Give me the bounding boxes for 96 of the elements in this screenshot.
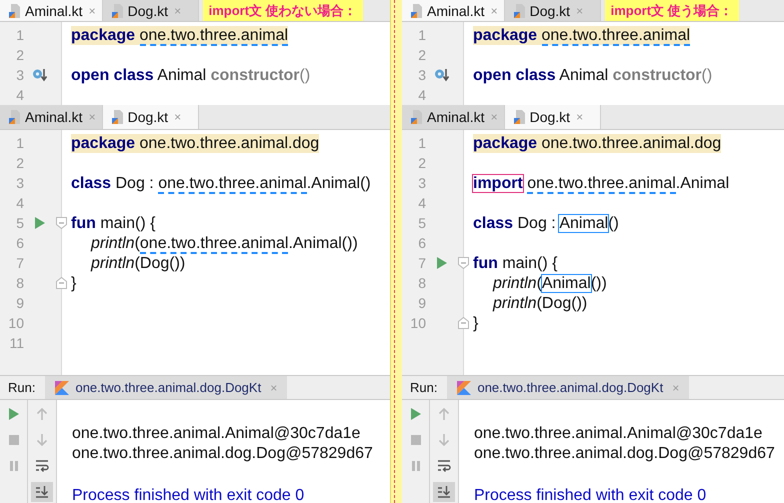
- code-line: import one.two.three.animal.Animal: [473, 174, 730, 192]
- line-number: 4: [417, 195, 426, 211]
- line-number: 4: [15, 195, 24, 211]
- run-tab[interactable]: one.two.three.animal.dog.DogKt ×: [45, 376, 288, 399]
- code-line: fun main() {: [473, 254, 558, 272]
- scroll-to-end-icon: [437, 485, 451, 499]
- line-number: 9: [15, 295, 24, 311]
- fold-end-icon[interactable]: [56, 277, 67, 289]
- file-tab[interactable]: Dog.kt ×: [504, 0, 601, 21]
- kotlin-file-icon: [512, 109, 527, 125]
- override-marker-icon[interactable]: [32, 67, 48, 83]
- code-line: println(Animal()): [493, 274, 607, 292]
- run-icon[interactable]: [34, 216, 46, 230]
- line-number: 3: [15, 67, 24, 83]
- pause-icon: [410, 460, 420, 472]
- line-number: 1: [417, 27, 426, 43]
- code-line: class Dog : one.two.three.animal.Animal(): [71, 174, 371, 192]
- file-tab[interactable]: Dog.kt ×: [102, 105, 199, 129]
- code-line: println(Dog()): [493, 294, 588, 312]
- line-number: 2: [417, 155, 426, 171]
- fold-icon[interactable]: [56, 217, 67, 229]
- console-output-line: one.two.three.animal.dog.Dog@57829d67: [474, 444, 776, 464]
- line-number: 2: [417, 47, 426, 63]
- kotlin-file-icon: [410, 109, 424, 125]
- line-number: 7: [417, 255, 426, 271]
- file-tab[interactable]: Dog.kt ×: [504, 105, 601, 129]
- file-tab[interactable]: Dog.kt ×: [102, 0, 199, 21]
- file-tab[interactable]: Aminal.kt ×: [402, 105, 505, 129]
- arrow-up-icon: [438, 407, 450, 421]
- line-number: 2: [15, 47, 24, 63]
- line-number: 1: [15, 135, 24, 151]
- line-number: 8: [417, 275, 426, 291]
- run-label: Run:: [409, 380, 438, 395]
- kotlin-file-icon: [410, 2, 424, 18]
- line-number: 9: [417, 295, 426, 311]
- console-output-line: one.two.three.animal.Animal@30c7da1e: [72, 424, 362, 444]
- kotlin-file-icon: [512, 2, 527, 18]
- line-number: 4: [15, 87, 24, 103]
- line-number: 11: [8, 335, 24, 351]
- line-number: 3: [417, 67, 426, 83]
- kotlin-logo-icon: [55, 380, 70, 394]
- file-tab[interactable]: Aminal.kt ×: [402, 0, 505, 21]
- code-line: println(Dog()): [91, 254, 186, 272]
- kotlin-file-icon: [110, 109, 125, 125]
- code-line: class Dog : Animal(): [473, 214, 619, 232]
- run-tab[interactable]: one.two.three.animal.dog.DogKt ×: [447, 376, 690, 399]
- line-number: 6: [15, 235, 24, 251]
- file-tab[interactable]: Aminal.kt ×: [0, 105, 103, 129]
- scroll-to-end-icon: [35, 485, 49, 499]
- kotlin-logo-icon: [457, 380, 472, 394]
- stop-icon: [8, 434, 20, 446]
- kotlin-file-icon: [8, 2, 22, 18]
- run-icon[interactable]: [436, 256, 448, 270]
- console-output-line: one.two.three.animal.dog.Dog@57829d67: [72, 444, 374, 464]
- arrow-up-icon: [36, 407, 48, 421]
- line-number: 1: [15, 27, 24, 43]
- code-line: open class Animal constructor(): [71, 66, 310, 84]
- line-number: 10: [409, 315, 426, 331]
- fold-end-icon[interactable]: [458, 317, 469, 329]
- wrap-icon: [35, 459, 49, 473]
- code-line: }: [71, 274, 77, 292]
- line-number: 10: [7, 315, 24, 331]
- line-number: 2: [15, 155, 24, 171]
- stop-icon: [410, 434, 422, 446]
- line-number: 6: [417, 235, 426, 251]
- kotlin-file-icon: [8, 109, 22, 125]
- override-marker-icon[interactable]: [434, 67, 450, 83]
- annotation-label: import文 使う場合：: [604, 0, 739, 21]
- scroll-to-end-button[interactable]: [31, 482, 53, 502]
- fold-icon[interactable]: [458, 257, 469, 269]
- line-number: 5: [417, 215, 426, 231]
- code-line: }: [473, 314, 479, 332]
- kotlin-file-icon: [110, 2, 125, 18]
- line-number: 8: [15, 275, 24, 291]
- line-number: 7: [15, 255, 24, 271]
- code-line: fun main() {: [71, 214, 156, 232]
- line-number: 5: [15, 215, 24, 231]
- line-number: 3: [417, 175, 426, 191]
- play-icon: [8, 407, 20, 421]
- exit-message: Process finished with exit code 0: [474, 486, 708, 503]
- file-tab[interactable]: Aminal.kt ×: [0, 0, 103, 21]
- code-line: open class Animal constructor(): [473, 66, 712, 84]
- arrow-down-icon: [36, 433, 48, 447]
- line-number: 4: [417, 87, 426, 103]
- exit-message: Process finished with exit code 0: [72, 486, 306, 503]
- run-label: Run:: [7, 380, 36, 395]
- play-icon: [410, 407, 422, 421]
- line-number: 3: [15, 175, 24, 191]
- scroll-to-end-button[interactable]: [433, 482, 455, 502]
- pause-icon: [8, 460, 18, 472]
- console-output-line: one.two.three.animal.Animal@30c7da1e: [474, 424, 764, 444]
- wrap-icon: [437, 459, 451, 473]
- line-number: 1: [417, 135, 426, 151]
- annotation-label: import文 使わない場合：: [202, 0, 363, 21]
- arrow-down-icon: [438, 433, 450, 447]
- code-line: println(one.two.three.animal.Animal()): [91, 234, 358, 252]
